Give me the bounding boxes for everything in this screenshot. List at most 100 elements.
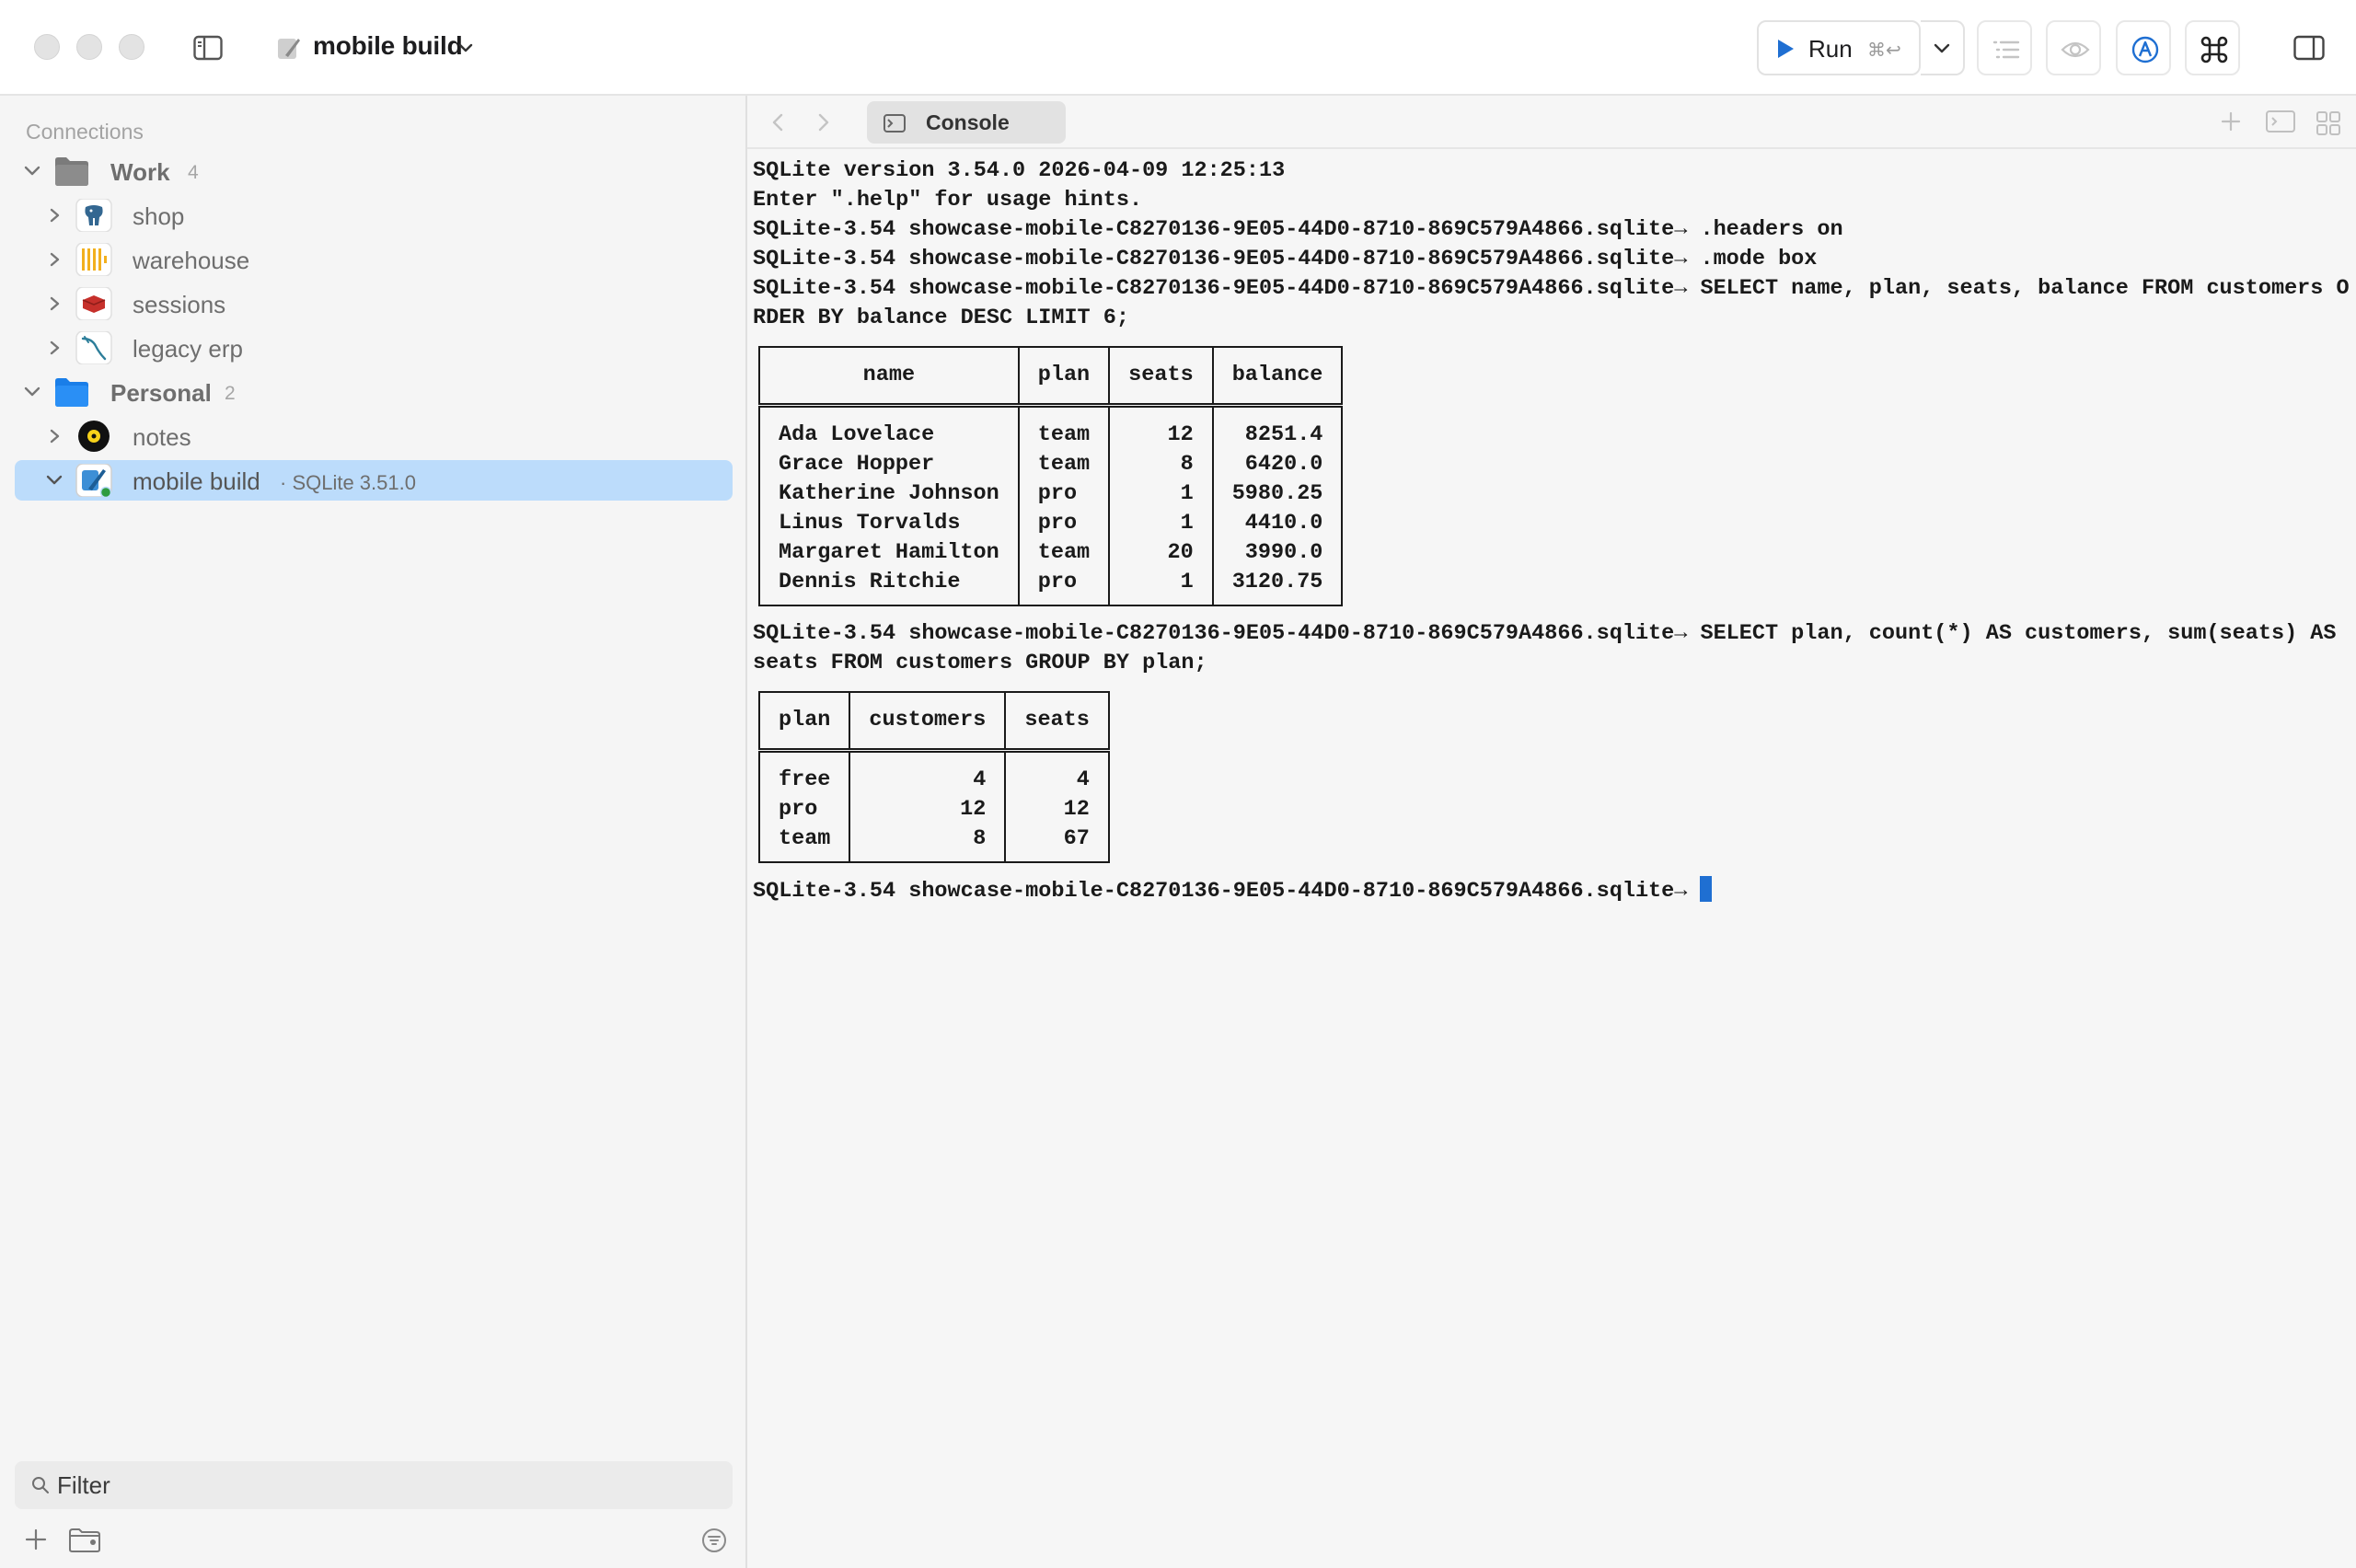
back-arrow-icon[interactable] <box>769 112 786 133</box>
folder-blue-icon <box>55 378 88 407</box>
terminal-icon <box>884 114 906 133</box>
redis-cube-icon <box>75 287 112 320</box>
assistant-button[interactable] <box>2116 20 2171 75</box>
new-folder-icon[interactable] <box>68 1528 101 1553</box>
console-prompt-line[interactable]: SQLite-3.54 showcase-mobile-C8270136-9E0… <box>753 876 2354 905</box>
list-icon <box>1992 40 2020 59</box>
table-cell: free <box>779 767 831 792</box>
clickhouse-bars-icon <box>75 243 112 276</box>
result-table-plans: plan customers seats free 4 4 pro 12 12 … <box>758 691 1110 863</box>
console-line: Enter ".help" for usage hints. <box>753 188 1143 213</box>
filter-input[interactable] <box>57 1469 701 1502</box>
play-icon <box>1778 40 1794 58</box>
console-line: SQLite-3.54 showcase-mobile-C8270136-9E0… <box>753 217 1843 242</box>
chevron-down-icon[interactable] <box>24 385 40 399</box>
chevron-down-icon[interactable] <box>458 42 473 53</box>
sidebar: Connections Work 4 shop warehouse sessio… <box>0 96 747 1568</box>
table-cell: pro <box>1017 568 1110 605</box>
sidebar-item-warehouse[interactable]: warehouse <box>15 239 733 280</box>
console-line: seats FROM customers GROUP BY plan; <box>753 651 1207 675</box>
sidebar-toggle-icon[interactable] <box>193 35 223 61</box>
sidebar-item-mobile-build[interactable]: mobile build · SQLite 3.51.0 <box>15 460 733 501</box>
table-cell: 1 <box>1108 509 1213 538</box>
table-row: free 4 4 <box>759 750 1109 795</box>
preview-button[interactable] <box>2046 20 2101 75</box>
table-cell: pro <box>1017 509 1110 538</box>
tab-overview-icon[interactable] <box>2316 110 2341 136</box>
table-row: Dennis Ritchie pro 1 3120.75 <box>759 568 1343 605</box>
zoom-window-button[interactable] <box>119 34 144 60</box>
chevron-right-icon[interactable] <box>46 296 63 311</box>
table-cell: 8 <box>849 824 1006 862</box>
minimize-window-button[interactable] <box>76 34 102 60</box>
command-palette-button[interactable] <box>2185 20 2240 75</box>
table-cell: 67 <box>1004 824 1109 862</box>
console-prompt: SQLite-3.54 showcase-mobile-C8270136-9E0… <box>753 879 1701 904</box>
table-cell: team <box>1017 538 1110 568</box>
sidebar-item-label: shop <box>133 202 185 230</box>
chevron-right-icon[interactable] <box>46 429 63 444</box>
main-area: Console SQLite version 3.54.0 2026-04-09… <box>747 96 2356 1568</box>
postgres-elephant-icon <box>75 199 112 232</box>
filter-field[interactable] <box>15 1461 733 1509</box>
table-cell: Grace Hopper <box>779 452 935 477</box>
folder-gray-icon <box>55 157 88 186</box>
sidebar-item-legacy-erp[interactable]: legacy erp <box>15 328 733 368</box>
group-label: Personal <box>110 379 212 407</box>
section-label: Connections <box>26 120 144 144</box>
chevron-right-icon[interactable] <box>46 340 63 355</box>
table-cell: 5980.25 <box>1211 479 1343 509</box>
forward-arrow-icon[interactable] <box>815 112 832 133</box>
connection-version: · SQLite 3.51.0 <box>280 471 416 494</box>
tab-console[interactable]: Console <box>867 101 1066 144</box>
table-row: Margaret Hamilton team 20 3990.0 <box>759 538 1343 568</box>
console-output[interactable]: SQLite version 3.54.0 2026-04-09 12:25:1… <box>753 156 2354 1555</box>
column-header: customers <box>849 692 1006 753</box>
table-cell: 12 <box>849 795 1006 824</box>
run-button[interactable]: Run ⌘↩ <box>1757 20 1921 75</box>
table-cell: 3120.75 <box>1211 568 1343 605</box>
table-cell: 1 <box>1108 479 1213 509</box>
result-table-customers: name plan seats balance Ada Lovelace tea… <box>758 346 1344 606</box>
table-cell: Margaret Hamilton <box>779 540 999 565</box>
sidebar-group-personal[interactable]: Personal 2 <box>15 372 733 412</box>
sidebar-item-notes[interactable]: notes <box>15 416 733 456</box>
table-cell: team <box>779 826 831 851</box>
table-cell: 8 <box>1108 450 1213 479</box>
table-cell: 4 <box>849 750 1006 795</box>
tab-label: Console <box>926 110 1010 134</box>
mysql-dolphin-icon <box>75 331 112 364</box>
column-header: plan <box>759 692 850 753</box>
table-cell: team <box>1017 450 1110 479</box>
sidebar-item-label: mobile build <box>133 467 260 495</box>
table-cell: pro <box>1017 479 1110 509</box>
sqlite-feather-icon <box>278 39 300 59</box>
chevron-down-icon[interactable] <box>46 473 63 488</box>
add-tab-icon[interactable] <box>2220 110 2242 133</box>
sidebar-item-sessions[interactable]: sessions <box>15 283 733 324</box>
chevron-right-icon[interactable] <box>46 252 63 267</box>
project-title[interactable]: mobile build <box>313 31 463 61</box>
table-row: Grace Hopper team 8 6420.0 <box>759 450 1343 479</box>
sidebar-item-label: warehouse <box>133 247 250 274</box>
table-row: pro 12 12 <box>759 795 1109 824</box>
new-console-icon[interactable] <box>2266 110 2295 133</box>
chevron-right-icon[interactable] <box>46 208 63 223</box>
table-row: team 8 67 <box>759 824 1109 862</box>
outline-button[interactable] <box>1977 20 2032 75</box>
add-icon[interactable] <box>24 1528 48 1551</box>
console-line: SQLite-3.54 showcase-mobile-C8270136-9E0… <box>753 276 2350 301</box>
table-cell: 4410.0 <box>1211 509 1343 538</box>
inspector-toggle-icon[interactable] <box>2293 35 2325 61</box>
close-window-button[interactable] <box>34 34 60 60</box>
tab-bar: Console <box>747 96 2356 149</box>
chevron-down-icon[interactable] <box>24 164 40 179</box>
sidebar-item-shop[interactable]: shop <box>15 195 733 236</box>
table-row: Linus Torvalds pro 1 4410.0 <box>759 509 1343 538</box>
filter-options-icon[interactable] <box>701 1528 727 1553</box>
column-header: name <box>759 347 1019 408</box>
group-count: 4 <box>188 162 199 183</box>
sidebar-group-work[interactable]: Work 4 <box>15 151 733 191</box>
run-options-button[interactable] <box>1921 20 1965 75</box>
assistant-a-icon <box>2131 36 2159 63</box>
